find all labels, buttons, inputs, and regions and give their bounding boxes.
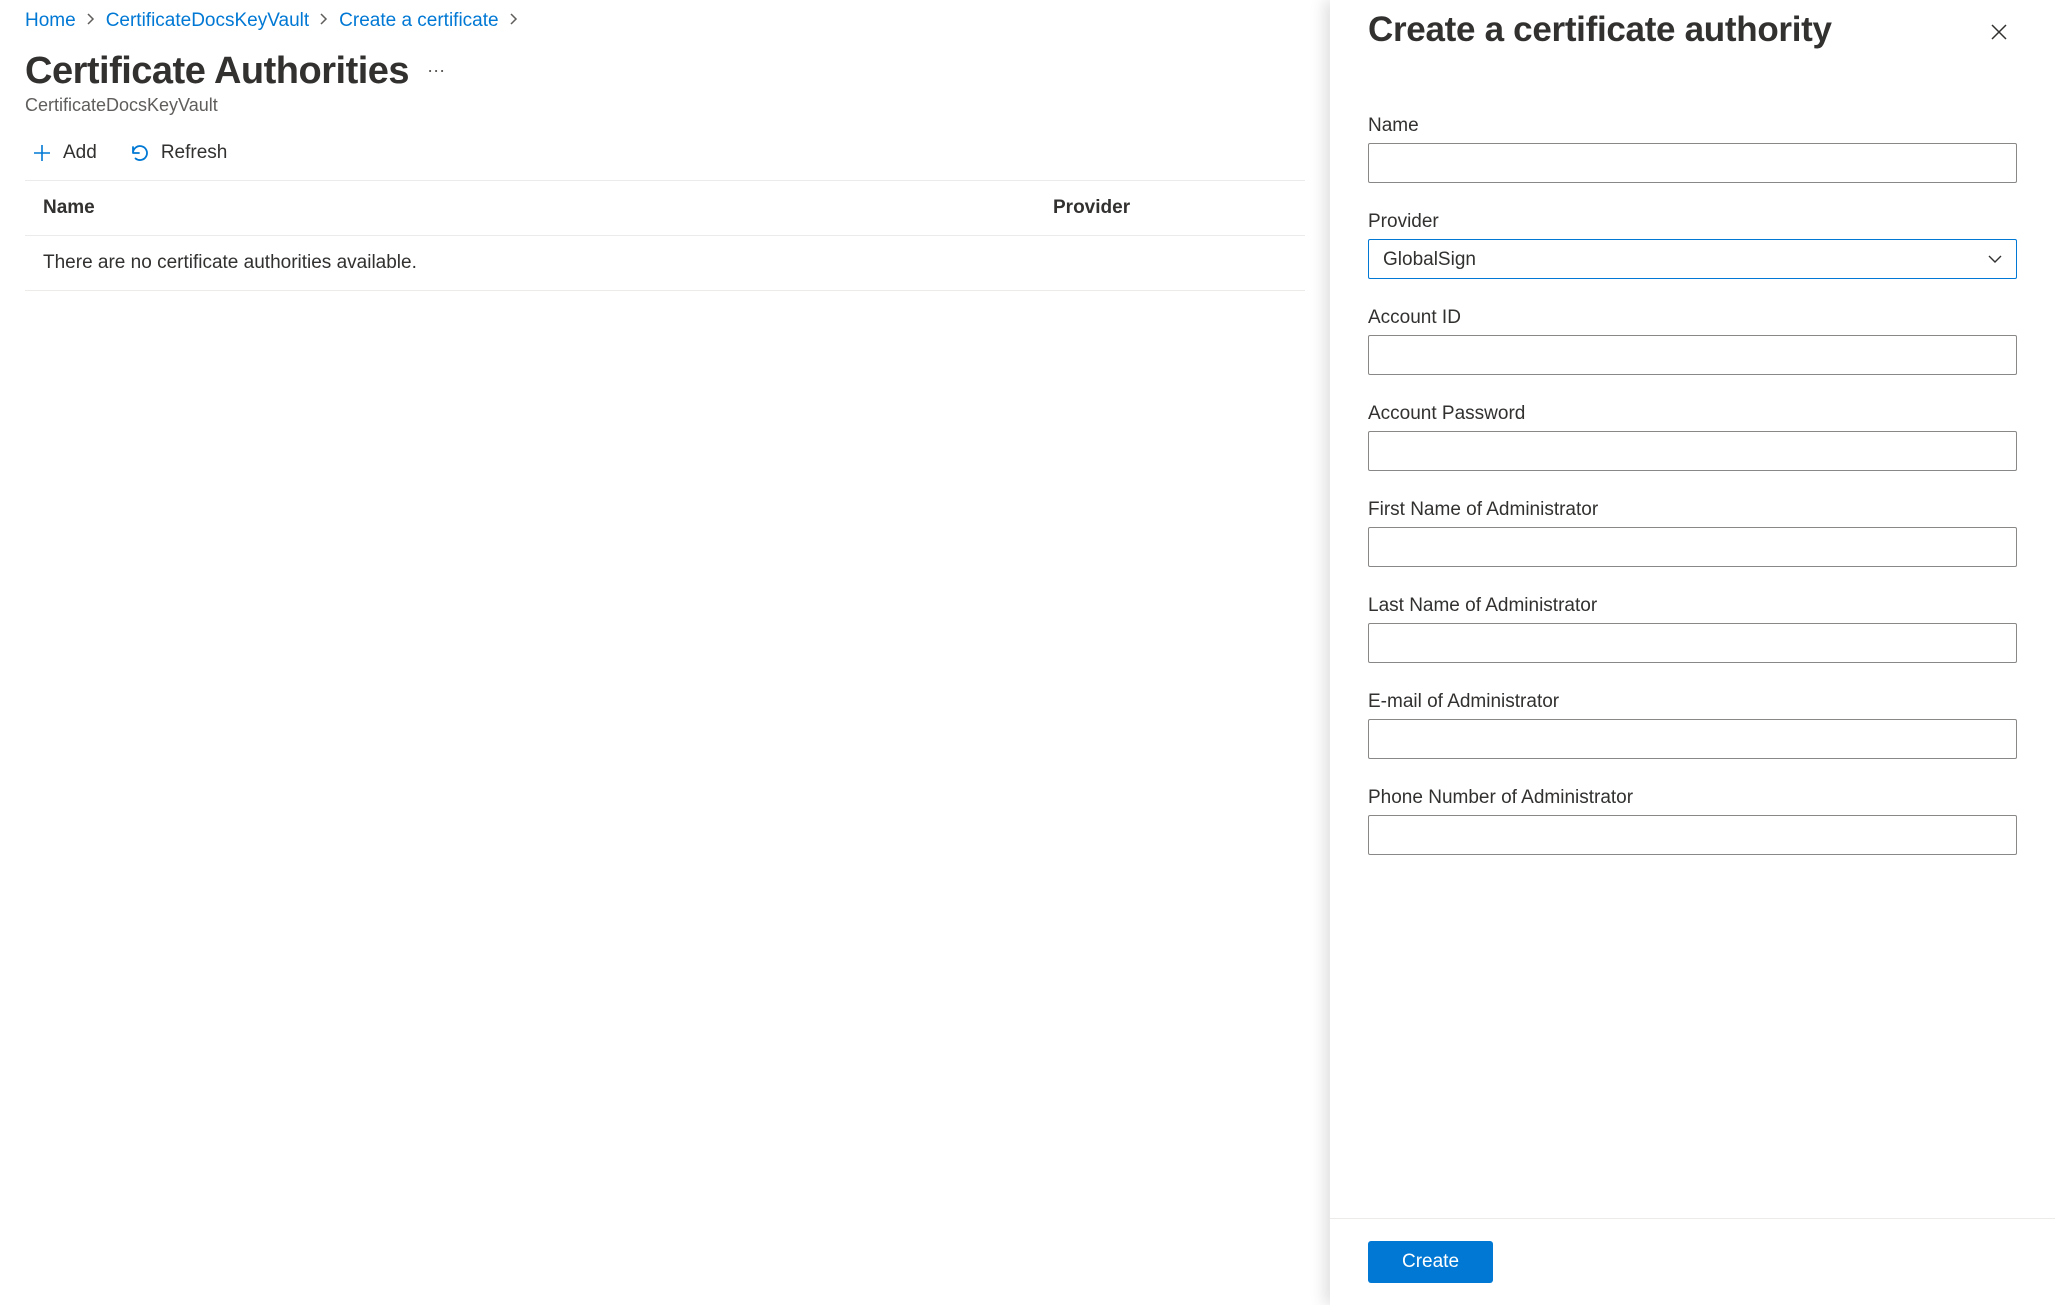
refresh-button[interactable]: Refresh xyxy=(123,138,234,168)
close-icon xyxy=(1989,22,2009,45)
panel-header: Create a certificate authority xyxy=(1330,0,2055,53)
main-content: Home CertificateDocsKeyVault Create a ce… xyxy=(0,0,1330,301)
add-button[interactable]: Add xyxy=(25,138,103,168)
label-account-password: Account Password xyxy=(1368,403,2017,425)
chevron-right-icon xyxy=(86,12,96,30)
field-account-password: Account Password xyxy=(1368,403,2017,471)
select-provider[interactable]: GlobalSign xyxy=(1368,239,2017,279)
label-account-id: Account ID xyxy=(1368,307,2017,329)
input-phone[interactable] xyxy=(1368,815,2017,855)
field-name: Name xyxy=(1368,115,2017,183)
panel-footer: Create xyxy=(1330,1218,2055,1305)
page-title: Certificate Authorities xyxy=(25,50,409,93)
page-title-row: Certificate Authorities ⋯ xyxy=(25,50,1305,93)
label-provider: Provider xyxy=(1368,211,2017,233)
chevron-right-icon xyxy=(319,12,329,30)
field-last-name: Last Name of Administrator xyxy=(1368,595,2017,663)
field-provider: Provider GlobalSign xyxy=(1368,211,2017,279)
panel-body: Name Provider GlobalSign Account ID Acco… xyxy=(1330,53,2055,1218)
refresh-icon xyxy=(129,142,151,164)
input-account-password[interactable] xyxy=(1368,431,2017,471)
column-header-provider[interactable]: Provider xyxy=(1053,197,1287,219)
field-account-id: Account ID xyxy=(1368,307,2017,375)
field-email: E-mail of Administrator xyxy=(1368,691,2017,759)
table-header: Name Provider xyxy=(25,181,1305,236)
breadcrumb: Home CertificateDocsKeyVault Create a ce… xyxy=(25,10,1305,32)
toolbar: Add Refresh xyxy=(25,138,1305,181)
input-name[interactable] xyxy=(1368,143,2017,183)
breadcrumb-link-home[interactable]: Home xyxy=(25,10,76,32)
label-last-name: Last Name of Administrator xyxy=(1368,595,2017,617)
input-email[interactable] xyxy=(1368,719,2017,759)
input-last-name[interactable] xyxy=(1368,623,2017,663)
breadcrumb-link-vault[interactable]: CertificateDocsKeyVault xyxy=(106,10,309,32)
field-first-name: First Name of Administrator xyxy=(1368,499,2017,567)
field-phone: Phone Number of Administrator xyxy=(1368,787,2017,855)
panel-title: Create a certificate authority xyxy=(1368,10,1832,50)
page-subtitle: CertificateDocsKeyVault xyxy=(25,95,1305,116)
label-name: Name xyxy=(1368,115,2017,137)
create-button[interactable]: Create xyxy=(1368,1241,1493,1283)
side-panel: Create a certificate authority Name Prov… xyxy=(1330,0,2055,1305)
table-empty-message: There are no certificate authorities ava… xyxy=(25,236,1305,291)
refresh-label: Refresh xyxy=(161,142,228,164)
label-phone: Phone Number of Administrator xyxy=(1368,787,2017,809)
close-button[interactable] xyxy=(1981,14,2017,53)
add-label: Add xyxy=(63,142,97,164)
column-header-name[interactable]: Name xyxy=(43,197,1053,219)
label-email: E-mail of Administrator xyxy=(1368,691,2017,713)
input-account-id[interactable] xyxy=(1368,335,2017,375)
label-first-name: First Name of Administrator xyxy=(1368,499,2017,521)
plus-icon xyxy=(31,142,53,164)
more-icon[interactable]: ⋯ xyxy=(427,61,446,82)
chevron-right-icon xyxy=(509,12,519,30)
breadcrumb-link-create-cert[interactable]: Create a certificate xyxy=(339,10,498,32)
input-first-name[interactable] xyxy=(1368,527,2017,567)
